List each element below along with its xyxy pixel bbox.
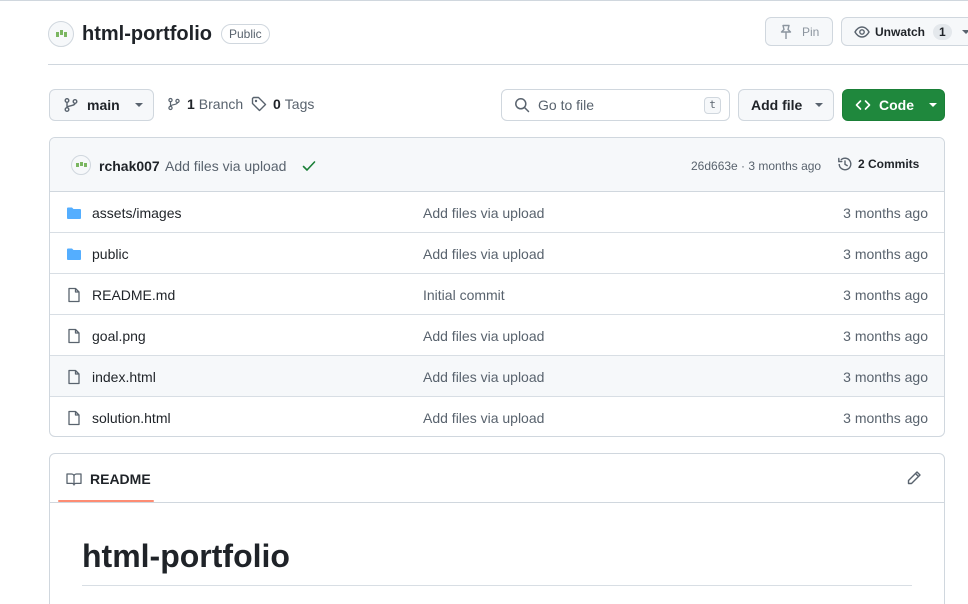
git-branch-icon — [168, 97, 180, 111]
search-placeholder: Go to file — [538, 97, 595, 113]
git-branch-icon — [64, 98, 78, 112]
heading-rule — [82, 585, 912, 586]
file-commit-message[interactable]: Add files via upload — [423, 328, 544, 344]
unwatch-button[interactable]: Unwatch 1 — [841, 17, 968, 46]
tag-count: 0 — [273, 96, 281, 112]
file-date: 3 months ago — [843, 328, 928, 344]
pencil-icon[interactable] — [906, 470, 922, 486]
chevron-down-icon — [134, 103, 143, 107]
branches-link[interactable]: 1 Branch — [167, 96, 243, 112]
pin-label: Pin — [802, 24, 820, 39]
file-icon — [68, 410, 80, 426]
file-date: 3 months ago — [843, 246, 928, 262]
pin-button[interactable]: Pin — [765, 17, 833, 46]
file-row[interactable]: README.md Initial commit 3 months ago — [50, 274, 944, 315]
code-icon — [855, 100, 871, 110]
file-browser: rchak007 Add files via upload 26d663e · … — [49, 137, 945, 437]
readme-tab[interactable]: README — [66, 471, 151, 487]
search-icon — [515, 98, 530, 113]
add-file-label: Add file — [751, 97, 803, 113]
commits-label: 2 Commits — [858, 157, 920, 171]
tag-count-label: Tags — [284, 96, 315, 112]
unwatch-label: Unwatch — [875, 24, 926, 39]
file-date: 3 months ago — [843, 369, 928, 385]
readme-panel: README html-portfolio — [49, 453, 945, 604]
readme-tab-label: README — [90, 471, 151, 487]
tags-link[interactable]: 0 Tags — [251, 96, 314, 112]
file-row[interactable]: solution.html Add files via upload 3 mon… — [50, 397, 944, 436]
commit-author-avatar[interactable] — [71, 155, 91, 175]
file-commit-message[interactable]: Add files via upload — [423, 246, 544, 262]
top-border — [0, 0, 968, 1]
file-row[interactable]: assets/images Add files via upload 3 mon… — [50, 192, 944, 233]
commit-sha-time[interactable]: 26d663e · 3 months ago — [691, 159, 821, 173]
chevron-down-icon — [929, 103, 937, 107]
branch-name: main — [87, 97, 120, 113]
header-divider — [48, 64, 968, 65]
branch-selector[interactable]: main — [49, 89, 154, 121]
shortcut-key: t — [704, 97, 721, 114]
go-to-file-input[interactable]: Go to file t — [501, 89, 730, 121]
owner-avatar[interactable] — [48, 21, 74, 47]
visibility-badge: Public — [220, 24, 270, 44]
code-label: Code — [879, 97, 914, 113]
readme-heading: html-portfolio — [82, 538, 290, 574]
file-date: 3 months ago — [843, 287, 928, 303]
file-name[interactable]: solution.html — [92, 410, 171, 426]
file-row[interactable]: goal.png Add files via upload 3 months a… — [50, 315, 944, 356]
commits-link[interactable]: 2 Commits — [837, 156, 919, 172]
file-date: 3 months ago — [843, 205, 928, 221]
tag-icon — [251, 96, 267, 112]
readme-tabbar: README — [50, 454, 944, 503]
eye-icon — [854, 25, 870, 38]
add-file-button[interactable]: Add file — [738, 89, 834, 121]
commit-message[interactable]: Add files via upload — [165, 158, 286, 174]
file-row[interactable]: index.html Add files via upload 3 months… — [50, 356, 944, 397]
file-commit-message[interactable]: Add files via upload — [423, 410, 544, 426]
chevron-down-icon — [815, 103, 824, 107]
active-tab-indicator — [58, 500, 154, 502]
file-icon — [68, 369, 80, 385]
branch-count-label: Branch — [198, 96, 244, 112]
file-commit-message[interactable]: Initial commit — [423, 287, 505, 303]
pin-icon — [780, 24, 792, 39]
file-icon — [68, 328, 80, 344]
check-icon[interactable] — [301, 158, 317, 174]
book-icon — [66, 473, 82, 486]
file-icon — [68, 287, 80, 303]
commit-author[interactable]: rchak007 — [99, 158, 160, 174]
repo-header: html-portfolio Public — [48, 20, 270, 48]
watch-count: 1 — [933, 23, 952, 40]
history-icon — [838, 157, 852, 171]
chevron-down-icon — [961, 29, 968, 34]
file-commit-message[interactable]: Add files via upload — [423, 369, 544, 385]
file-name[interactable]: goal.png — [92, 328, 146, 344]
file-name[interactable]: index.html — [92, 369, 156, 385]
folder-icon — [67, 207, 81, 219]
file-date: 3 months ago — [843, 410, 928, 426]
file-commit-message[interactable]: Add files via upload — [423, 205, 544, 221]
repo-title[interactable]: html-portfolio — [82, 23, 212, 46]
file-row[interactable]: public Add files via upload 3 months ago — [50, 233, 944, 274]
file-name[interactable]: public — [92, 246, 129, 262]
branch-count: 1 — [187, 96, 195, 112]
folder-icon — [67, 248, 81, 260]
file-name[interactable]: assets/images — [92, 205, 181, 221]
code-button[interactable]: Code — [842, 89, 945, 121]
latest-commit-bar: rchak007 Add files via upload 26d663e · … — [50, 138, 944, 192]
file-name[interactable]: README.md — [92, 287, 175, 303]
